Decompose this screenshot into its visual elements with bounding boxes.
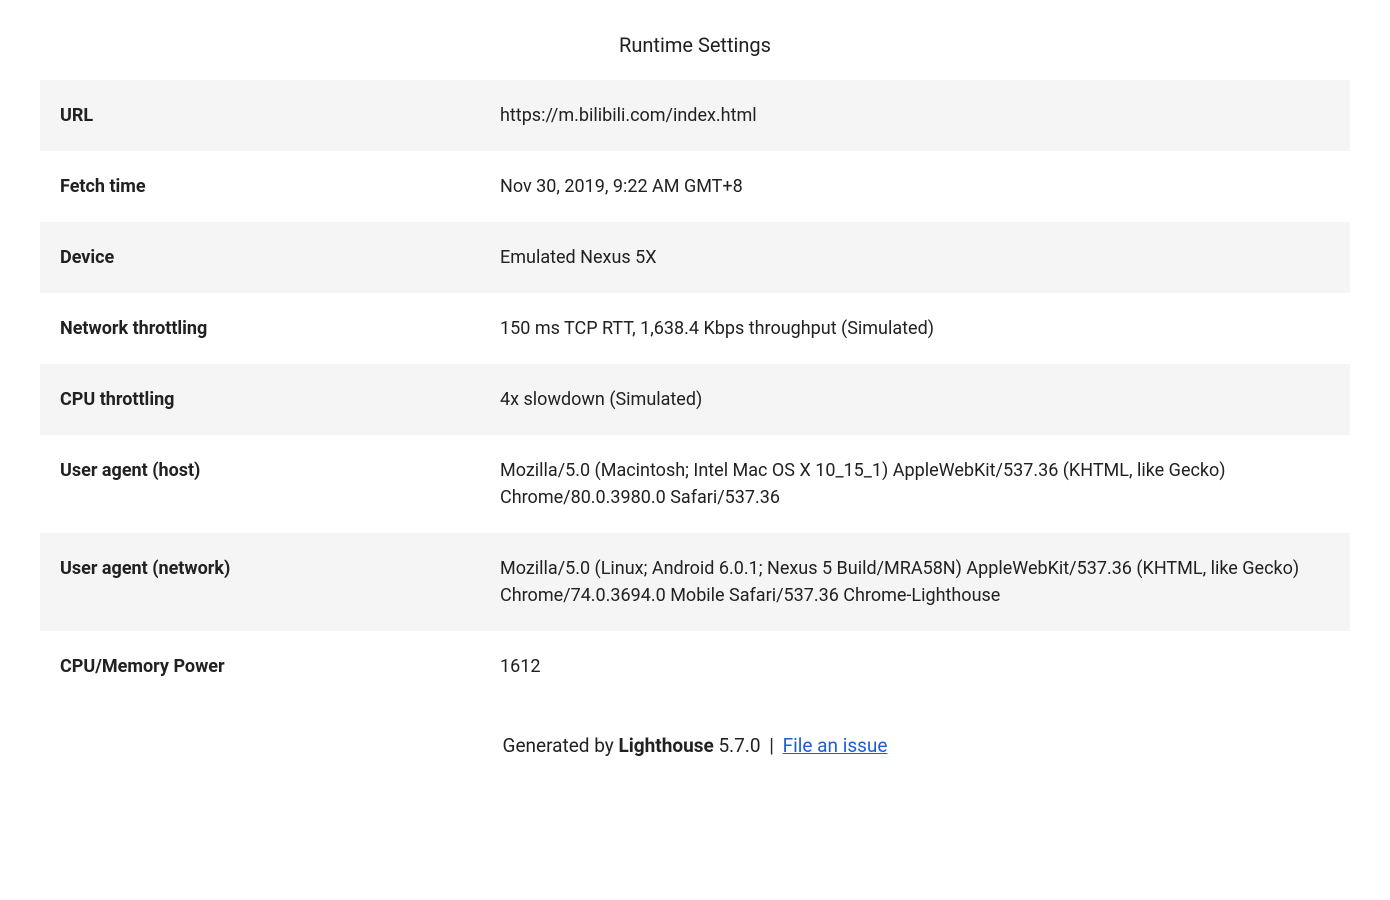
settings-label: Network throttling — [60, 315, 500, 342]
settings-label: User agent (host) — [60, 457, 500, 484]
settings-row-user-agent-network: User agent (network) Mozilla/5.0 (Linux;… — [40, 533, 1350, 631]
settings-row-cpu-throttling: CPU throttling 4x slowdown (Simulated) — [40, 364, 1350, 435]
settings-label: User agent (network) — [60, 555, 500, 582]
settings-label: Fetch time — [60, 173, 500, 200]
settings-label: CPU throttling — [60, 386, 500, 413]
settings-row-network-throttling: Network throttling 150 ms TCP RTT, 1,638… — [40, 293, 1350, 364]
settings-table: URL https://m.bilibili.com/index.html Fe… — [40, 80, 1350, 702]
settings-row-url: URL https://m.bilibili.com/index.html — [40, 80, 1350, 151]
settings-value: Mozilla/5.0 (Linux; Android 6.0.1; Nexus… — [500, 555, 1330, 609]
lighthouse-version: 5.7.0 — [714, 734, 761, 757]
settings-row-device: Device Emulated Nexus 5X — [40, 222, 1350, 293]
footer-separator: | — [765, 734, 779, 757]
settings-label: CPU/Memory Power — [60, 653, 500, 680]
settings-value: https://m.bilibili.com/index.html — [500, 102, 1330, 129]
settings-label: URL — [60, 102, 500, 129]
settings-value: 4x slowdown (Simulated) — [500, 386, 1330, 413]
runtime-settings-container: Runtime Settings URL https://m.bilibili.… — [20, 0, 1370, 791]
footer: Generated by Lighthouse 5.7.0 | File an … — [40, 702, 1350, 771]
settings-value: Emulated Nexus 5X — [500, 244, 1330, 271]
settings-label: Device — [60, 244, 500, 271]
file-issue-link[interactable]: File an issue — [783, 734, 888, 757]
settings-value: Nov 30, 2019, 9:22 AM GMT+8 — [500, 173, 1330, 200]
settings-value: Mozilla/5.0 (Macintosh; Intel Mac OS X 1… — [500, 457, 1330, 511]
settings-value: 150 ms TCP RTT, 1,638.4 Kbps throughput … — [500, 315, 1330, 342]
page-title: Runtime Settings — [40, 20, 1350, 80]
settings-row-fetch-time: Fetch time Nov 30, 2019, 9:22 AM GMT+8 — [40, 151, 1350, 222]
lighthouse-name: Lighthouse — [619, 734, 714, 757]
generated-by-text: Generated by — [503, 734, 619, 757]
settings-row-cpu-memory-power: CPU/Memory Power 1612 — [40, 631, 1350, 702]
settings-row-user-agent-host: User agent (host) Mozilla/5.0 (Macintosh… — [40, 435, 1350, 533]
settings-value: 1612 — [500, 653, 1330, 680]
